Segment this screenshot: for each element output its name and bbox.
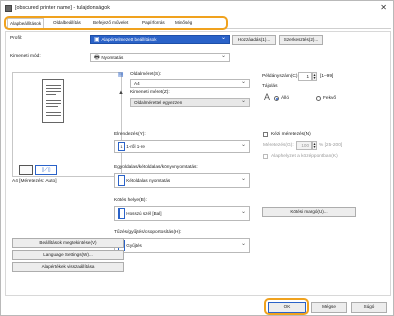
copies-input[interactable]: 1 [298,72,312,81]
ok-button[interactable]: OK [268,302,306,313]
scaling-spinner[interactable]: ▴ ▾ [312,141,317,150]
portrait-page-icon: A [264,92,271,102]
scaling-input[interactable]: 100 [296,141,312,150]
print-preview: ▯⟋▯ [12,72,122,177]
tab-paper-source[interactable]: Papírforrás [140,18,167,29]
manual-scaling-checkbox[interactable] [263,132,268,137]
copies-range: [1–99] [320,74,334,79]
window-title: [obscured printer name] - tulajdonságok [15,5,110,11]
output-method-label: Kimeneti mód: [10,54,41,59]
page-size-label: Oldalméret(S): [130,72,162,77]
tab-quality[interactable]: Minőség [173,18,194,29]
manual-scaling-label: Kézi méretezés(N) [271,132,311,137]
preview-caption: A4 [Méretezés: Auto] [12,179,57,184]
edit-profile-button[interactable]: Szerkesztés(2)... [279,35,323,45]
language-settings-button[interactable]: Language Settings(W)... [12,250,124,260]
binding-margin-button[interactable]: Kötési margó(U)... [262,207,356,217]
collate-select[interactable]: Gyűjtés [114,238,250,253]
collate-label: Tűzés/gyűjtés/csoportosítás(H): [114,230,182,235]
close-icon[interactable]: ✕ [380,3,387,12]
help-button[interactable]: Súgó [351,302,387,313]
orientation-label: Tájolás [262,84,278,89]
binding-select[interactable]: Hosszú szél [Bal] [114,206,250,221]
basic-settings-panel: Profil: ▣ Alapértelmezett beállítások Ho… [5,31,391,296]
copies-label: Példányszám(C): [262,74,299,79]
copies-spinner[interactable]: ▴ ▾ [312,72,317,81]
orientation-landscape-label: Fekvő [323,96,337,101]
collate-value: Gyűjtés [126,243,142,248]
page-size-value: A4 [134,81,140,86]
profile-value: Alapértelmezett beállítások [101,37,157,42]
add-profile-button[interactable]: Hozzáadás(1)... [232,35,276,45]
scaling-label: Méretezés(G): [263,143,294,148]
layout-select[interactable]: 1 1-ről 1-re [114,140,250,153]
tab-strip: Alapbeállítások Oldalbeállítás Befejező … [5,18,391,29]
scaling-range: % [25-200] [319,143,343,148]
duplex-preview-icon: ▯⟋▯ [35,165,57,175]
output-size-select[interactable]: Oldalmérettel egyezzen [130,98,250,107]
orientation-portrait-label: Álló [281,96,289,101]
watermark-center-label: Alaphelyzet a középpontban(K) [271,154,338,159]
tab-page-setup[interactable]: Oldalbeállítás [51,18,83,29]
profile-label: Profil: [10,36,23,41]
layout-value: 1-ről 1-re [126,144,145,149]
orientation-portrait-radio[interactable] [274,96,279,101]
orientation-landscape-radio[interactable] [316,96,321,101]
printer-icon [5,5,12,12]
layout-label: Elrendezés(Y): [114,132,146,137]
output-method-value: Nyomtatás [101,55,124,60]
binding-value: Hosszú szél [Bal] [126,211,162,216]
cancel-button[interactable]: Mégse [311,302,347,313]
duplex-value: Kétoldalas nyomtatás [126,178,171,183]
binding-left-icon [118,208,125,219]
profile-select[interactable]: ▣ Alapértelmezett beállítások [90,35,230,44]
printer-properties-window: [obscured printer name] - tulajdonságok … [0,0,394,316]
layout-preview-icon [19,165,33,175]
output-size-value: Oldalmérettel egyezzen [134,100,183,105]
duplex-select[interactable]: Kétoldalas nyomtatás [114,173,250,188]
watermark-center-checkbox[interactable] [263,154,268,159]
page-size-select[interactable]: A4 [130,79,250,88]
page-size-icon: ▤ [118,72,124,78]
duplex-icon [118,175,125,186]
page-preview [42,79,64,123]
output-size-icon: ▲ [118,90,124,96]
output-size-label: Kimeneti méret(Z): [130,90,170,95]
output-method-select[interactable]: 🖶 Nyomtatás [90,53,230,62]
title-bar: [obscured printer name] - tulajdonságok … [1,1,393,16]
tab-basic-settings[interactable]: Alapbeállítások [7,18,45,29]
binding-label: Kötés helye(B): [114,198,147,203]
restore-defaults-button[interactable]: Alapértékek visszaállítása [12,262,124,272]
view-settings-button[interactable]: Beállítások megtekintése(V) [12,238,124,248]
one-page-icon: 1 [118,142,125,151]
tab-finishing[interactable]: Befejező művelet [91,18,130,29]
duplex-label: Egyoldalas/kétoldalas/könyvnyomtatás: [114,165,198,170]
